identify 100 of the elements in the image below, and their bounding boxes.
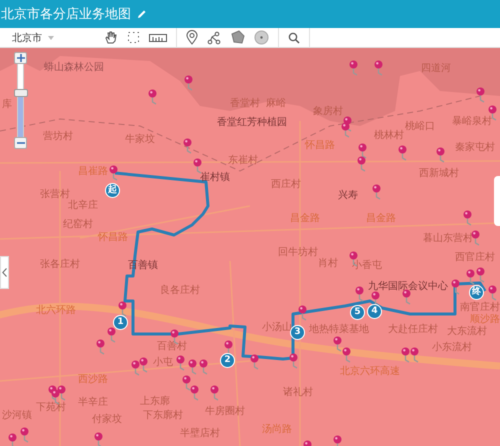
map-label: 小香屯 <box>352 261 382 271</box>
pin-icon[interactable] <box>410 347 419 364</box>
map-label: 秦家屯村 <box>455 143 495 153</box>
pin-icon[interactable] <box>342 347 351 364</box>
pin-icon[interactable] <box>401 347 410 364</box>
pin-icon[interactable] <box>182 375 191 392</box>
polygon-icon[interactable] <box>230 30 245 45</box>
map-label: 下东廓村 <box>143 411 183 421</box>
pin-icon[interactable] <box>372 184 381 201</box>
map-label: 营坊村 <box>43 132 73 142</box>
map-label: 牛房圈村 <box>205 407 245 417</box>
map-label: 北京六环高速 <box>340 367 400 377</box>
map-title: 北京市各分店业务地图 <box>1 6 131 23</box>
pin-icon[interactable] <box>402 289 411 306</box>
pin-icon[interactable] <box>355 286 364 303</box>
map-label: 地热特菜基地 <box>309 325 369 335</box>
map-label: 上东廓 <box>140 397 170 407</box>
pin-icon[interactable] <box>109 165 118 182</box>
map-label: 下苑村 <box>36 403 66 413</box>
map-label: 西官庄村 <box>455 253 495 263</box>
select-area-icon[interactable] <box>127 31 140 44</box>
pin-icon[interactable] <box>20 427 29 444</box>
pin-icon[interactable] <box>488 285 497 302</box>
pin-icon[interactable] <box>298 305 307 322</box>
pin-icon[interactable] <box>476 267 485 284</box>
pin-icon[interactable] <box>188 359 197 376</box>
collapse-panel-button[interactable] <box>0 256 9 289</box>
zoom-in-button[interactable] <box>14 52 27 64</box>
zoom-slider-thumb[interactable] <box>14 89 28 98</box>
pin-icon[interactable] <box>190 385 199 402</box>
hand-icon[interactable] <box>104 30 118 45</box>
pin-icon[interactable] <box>96 339 105 356</box>
map-label: 半辛庄 <box>78 398 108 408</box>
map-label: 昌金路 <box>290 214 320 224</box>
pin-icon[interactable] <box>94 432 103 446</box>
pin-icon[interactable] <box>333 336 342 353</box>
minus-icon <box>16 142 24 144</box>
map-label: 桃林村 <box>374 131 404 141</box>
polyline-icon[interactable] <box>207 30 221 44</box>
map-label: 九华国际会议中心 <box>368 282 448 292</box>
location-pin-icon[interactable] <box>186 30 198 45</box>
pin-icon[interactable] <box>148 89 157 106</box>
pin-icon[interactable] <box>139 357 148 374</box>
pin-icon[interactable] <box>436 147 445 164</box>
map-label: 大赴任庄村 <box>388 325 438 335</box>
pin-icon[interactable] <box>57 385 66 402</box>
pin-icon[interactable] <box>8 433 17 446</box>
map-label: 小屯 <box>153 358 173 368</box>
map-label: 沙河镇 <box>2 411 32 421</box>
pin-icon[interactable] <box>358 143 367 160</box>
zoom-out-button[interactable] <box>14 137 27 149</box>
map-label: 牛家坟 <box>125 135 155 145</box>
map-label: 暮山东营村 <box>423 234 473 244</box>
pin-icon[interactable] <box>131 360 140 377</box>
pin-icon[interactable] <box>193 158 202 175</box>
map-label: 兴寿 <box>338 191 358 201</box>
pin-icon[interactable] <box>398 145 407 162</box>
pin-icon[interactable] <box>250 354 259 371</box>
pin-icon[interactable] <box>357 156 366 173</box>
search-icon[interactable] <box>288 32 300 44</box>
map-label: 西庄村 <box>271 180 301 190</box>
map-label: 怀昌路 <box>305 141 335 151</box>
map-label: 百善村 <box>157 342 187 352</box>
pin-icon[interactable] <box>199 359 208 376</box>
pin-icon[interactable] <box>176 355 185 372</box>
pin-icon[interactable] <box>341 122 350 139</box>
pin-icon[interactable] <box>451 279 460 296</box>
caret-icon <box>48 36 54 40</box>
pin-icon[interactable] <box>184 75 193 92</box>
map-label: 付家坟 <box>92 415 122 425</box>
map-label: 东崔村 <box>228 156 258 166</box>
map-label: 香堂红芳种植园 <box>217 118 287 128</box>
map-label: 库 <box>2 100 12 110</box>
map-label: 张各庄村 <box>40 260 80 270</box>
pin-icon[interactable] <box>183 138 192 155</box>
map-label: 半壁店村 <box>180 429 220 439</box>
city-dropdown[interactable]: 北京市 <box>0 30 54 44</box>
map-label: 麻峪 <box>266 99 286 109</box>
side-panel-edge <box>494 176 500 226</box>
map-label: 昌金路 <box>366 214 396 224</box>
map-label: 小东流村 <box>432 343 472 353</box>
pin-icon[interactable] <box>471 230 480 247</box>
map-label: 良各庄村 <box>160 286 200 296</box>
map-label: 小汤山 <box>262 323 292 333</box>
pin-icon[interactable] <box>210 385 219 402</box>
pin-icon[interactable] <box>107 327 116 344</box>
ruler-icon[interactable] <box>149 32 167 42</box>
pin-icon[interactable] <box>118 301 127 318</box>
circle-icon[interactable] <box>254 30 269 45</box>
map-label: 南官庄村 <box>460 303 500 313</box>
pin-icon[interactable] <box>289 353 298 370</box>
pencil-icon[interactable] <box>137 9 147 19</box>
map-label: 汤尚路 <box>262 425 292 435</box>
pin-icon[interactable] <box>463 210 472 227</box>
pin-icon[interactable] <box>476 87 485 104</box>
plus-icon <box>16 54 24 62</box>
map-label: 桃峪口 <box>405 122 435 132</box>
pin-icon[interactable] <box>466 269 475 286</box>
map-label: 北六环路 <box>36 306 76 316</box>
map-label: 昌崔路 <box>78 167 108 177</box>
